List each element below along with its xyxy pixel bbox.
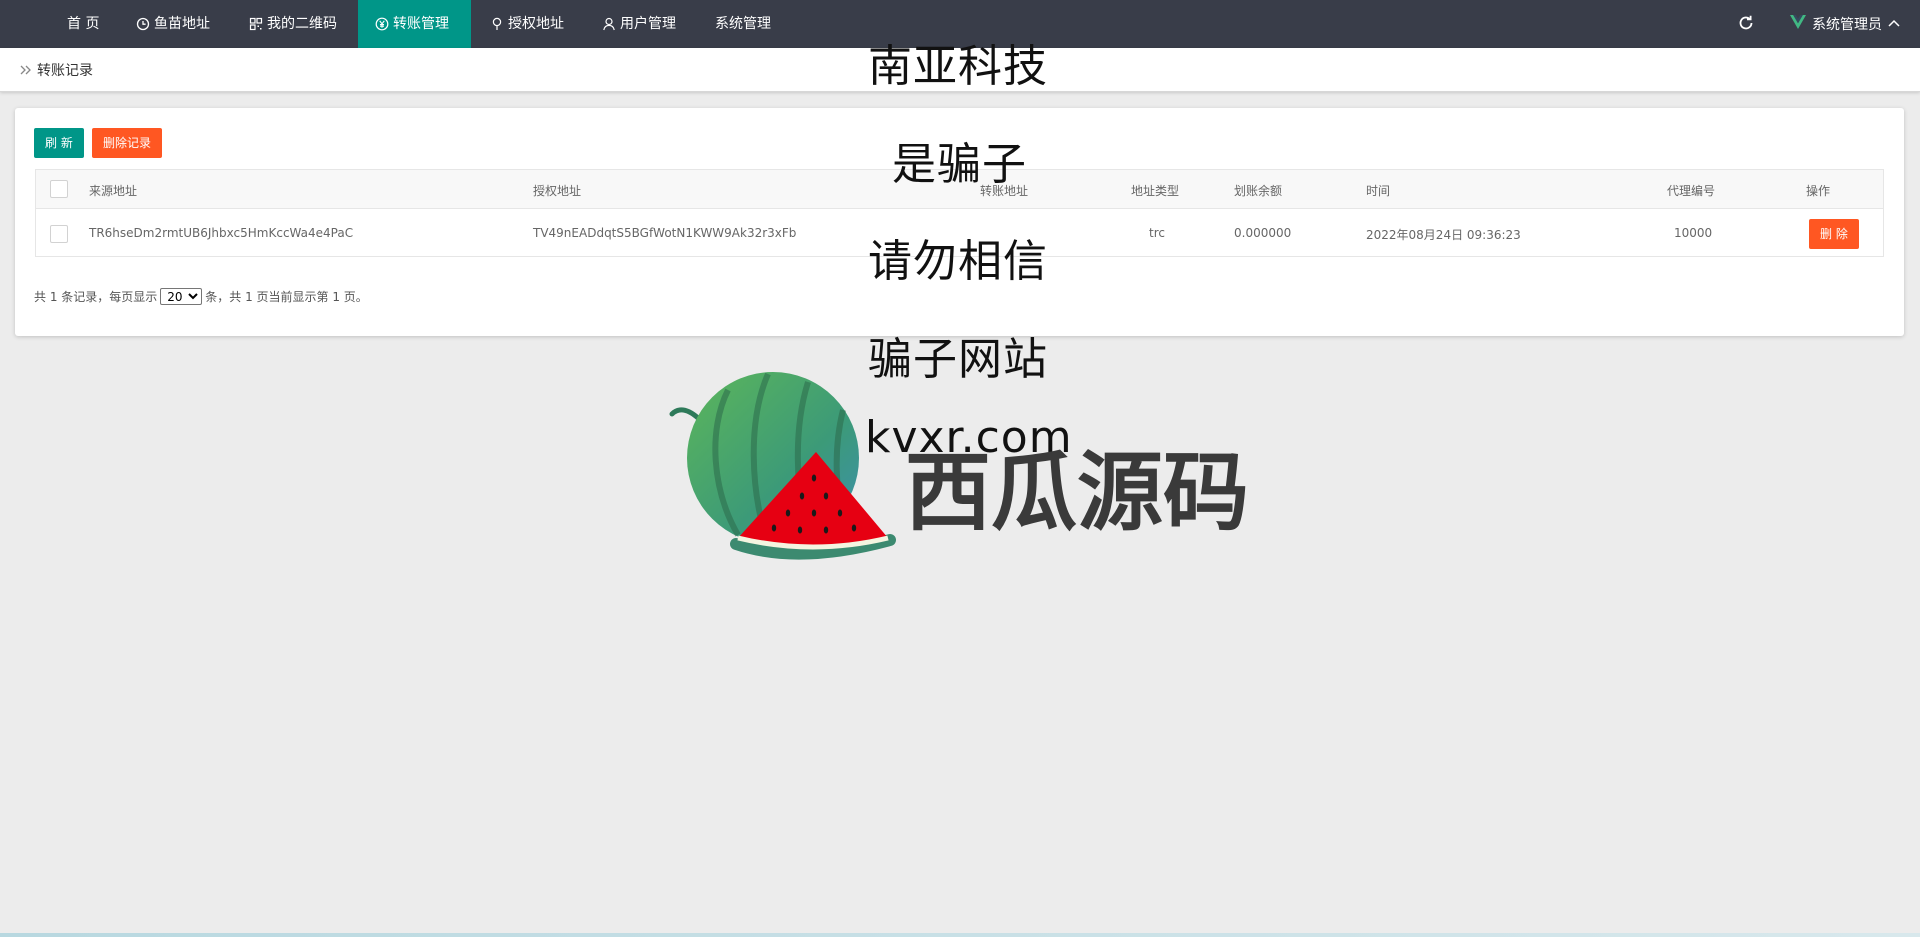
nav-my-qrcode[interactable]: 我的二维码 bbox=[249, 0, 337, 48]
nav-home-label: 首 页 bbox=[67, 16, 100, 32]
col-source-address: 来源地址 bbox=[89, 184, 138, 198]
page-size-select[interactable]: 20 bbox=[160, 288, 203, 305]
breadcrumb-label: 转账记录 bbox=[37, 63, 93, 79]
watermark-line-3: 请勿相信 bbox=[868, 236, 1048, 287]
col-address-type: 地址类型 bbox=[1131, 184, 1180, 198]
chevron-up-icon bbox=[1888, 16, 1900, 32]
pin-icon bbox=[490, 17, 504, 31]
select-all-checkbox[interactable] bbox=[50, 180, 68, 198]
nav-fish-address[interactable]: 鱼苗地址 bbox=[136, 0, 210, 48]
row-source-address: TR6hseDm2rmtUB6Jhbxc5HmKccWa4e4PaC bbox=[89, 226, 354, 240]
col-agent-number: 代理编号 bbox=[1667, 184, 1716, 198]
watermark-line-1: 南亚科技 bbox=[868, 41, 1048, 92]
row-address-type: trc bbox=[1149, 226, 1165, 240]
watermelon-logo-icon bbox=[669, 372, 896, 560]
col-balance: 划账余额 bbox=[1234, 184, 1283, 198]
watermark-brand: 西瓜源码 bbox=[905, 443, 1249, 543]
row-time: 2022年08月24日 09:36:23 bbox=[1366, 228, 1521, 242]
vue-logo-icon bbox=[1790, 15, 1806, 33]
nav-user-management-label: 用户管理 bbox=[620, 16, 676, 32]
nav-auth-address-label: 授权地址 bbox=[508, 16, 564, 32]
nav-transfer-management[interactable]: 转账管理 bbox=[358, 0, 471, 48]
delete-records-button[interactable]: 删除记录 bbox=[92, 128, 163, 158]
row-checkbox[interactable] bbox=[50, 225, 68, 243]
watermark-line-2: 是骗子 bbox=[892, 139, 1027, 190]
double-chevron-right-icon bbox=[20, 65, 31, 75]
col-time: 时间 bbox=[1366, 184, 1391, 198]
nav-home[interactable]: 首 页 bbox=[67, 0, 99, 48]
bottom-strip bbox=[0, 933, 1920, 937]
nav-user-management[interactable]: 用户管理 bbox=[602, 0, 676, 48]
col-actions: 操作 bbox=[1806, 184, 1831, 198]
pager-suffix: 条，共 1 页当前显示第 1 页。 bbox=[205, 290, 368, 304]
refresh-button[interactable]: 刷 新 bbox=[34, 128, 84, 158]
user-name: 系统管理员 bbox=[1812, 17, 1882, 33]
pager-prefix: 共 1 条记录，每页显示 bbox=[34, 290, 158, 304]
nav-fish-address-label: 鱼苗地址 bbox=[154, 16, 210, 32]
qrcode-icon bbox=[249, 17, 263, 31]
nav-system-management[interactable]: 系统管理 bbox=[715, 0, 771, 48]
nav-my-qrcode-label: 我的二维码 bbox=[267, 16, 337, 32]
user-icon bbox=[602, 17, 616, 31]
nav-auth-address[interactable]: 授权地址 bbox=[490, 0, 564, 48]
delete-row-button[interactable]: 删 除 bbox=[1809, 219, 1859, 249]
nav-transfer-management-label: 转账管理 bbox=[393, 16, 449, 32]
nav-system-management-label: 系统管理 bbox=[715, 16, 771, 32]
row-auth-address: TV49nEADdqtS5BGfWotN1KWW9Ak32r3xFb bbox=[533, 226, 797, 240]
col-auth-address: 授权地址 bbox=[533, 184, 582, 198]
user-menu[interactable]: 系统管理员 bbox=[1790, 0, 1900, 48]
refresh-icon[interactable] bbox=[1737, 14, 1755, 32]
row-balance: 0.000000 bbox=[1234, 226, 1292, 240]
yen-icon bbox=[375, 17, 389, 31]
pagination: 共 1 条记录，每页显示 20 条，共 1 页当前显示第 1 页。 bbox=[34, 288, 368, 305]
row-agent-number: 10000 bbox=[1674, 226, 1713, 240]
clock-icon bbox=[136, 17, 150, 31]
